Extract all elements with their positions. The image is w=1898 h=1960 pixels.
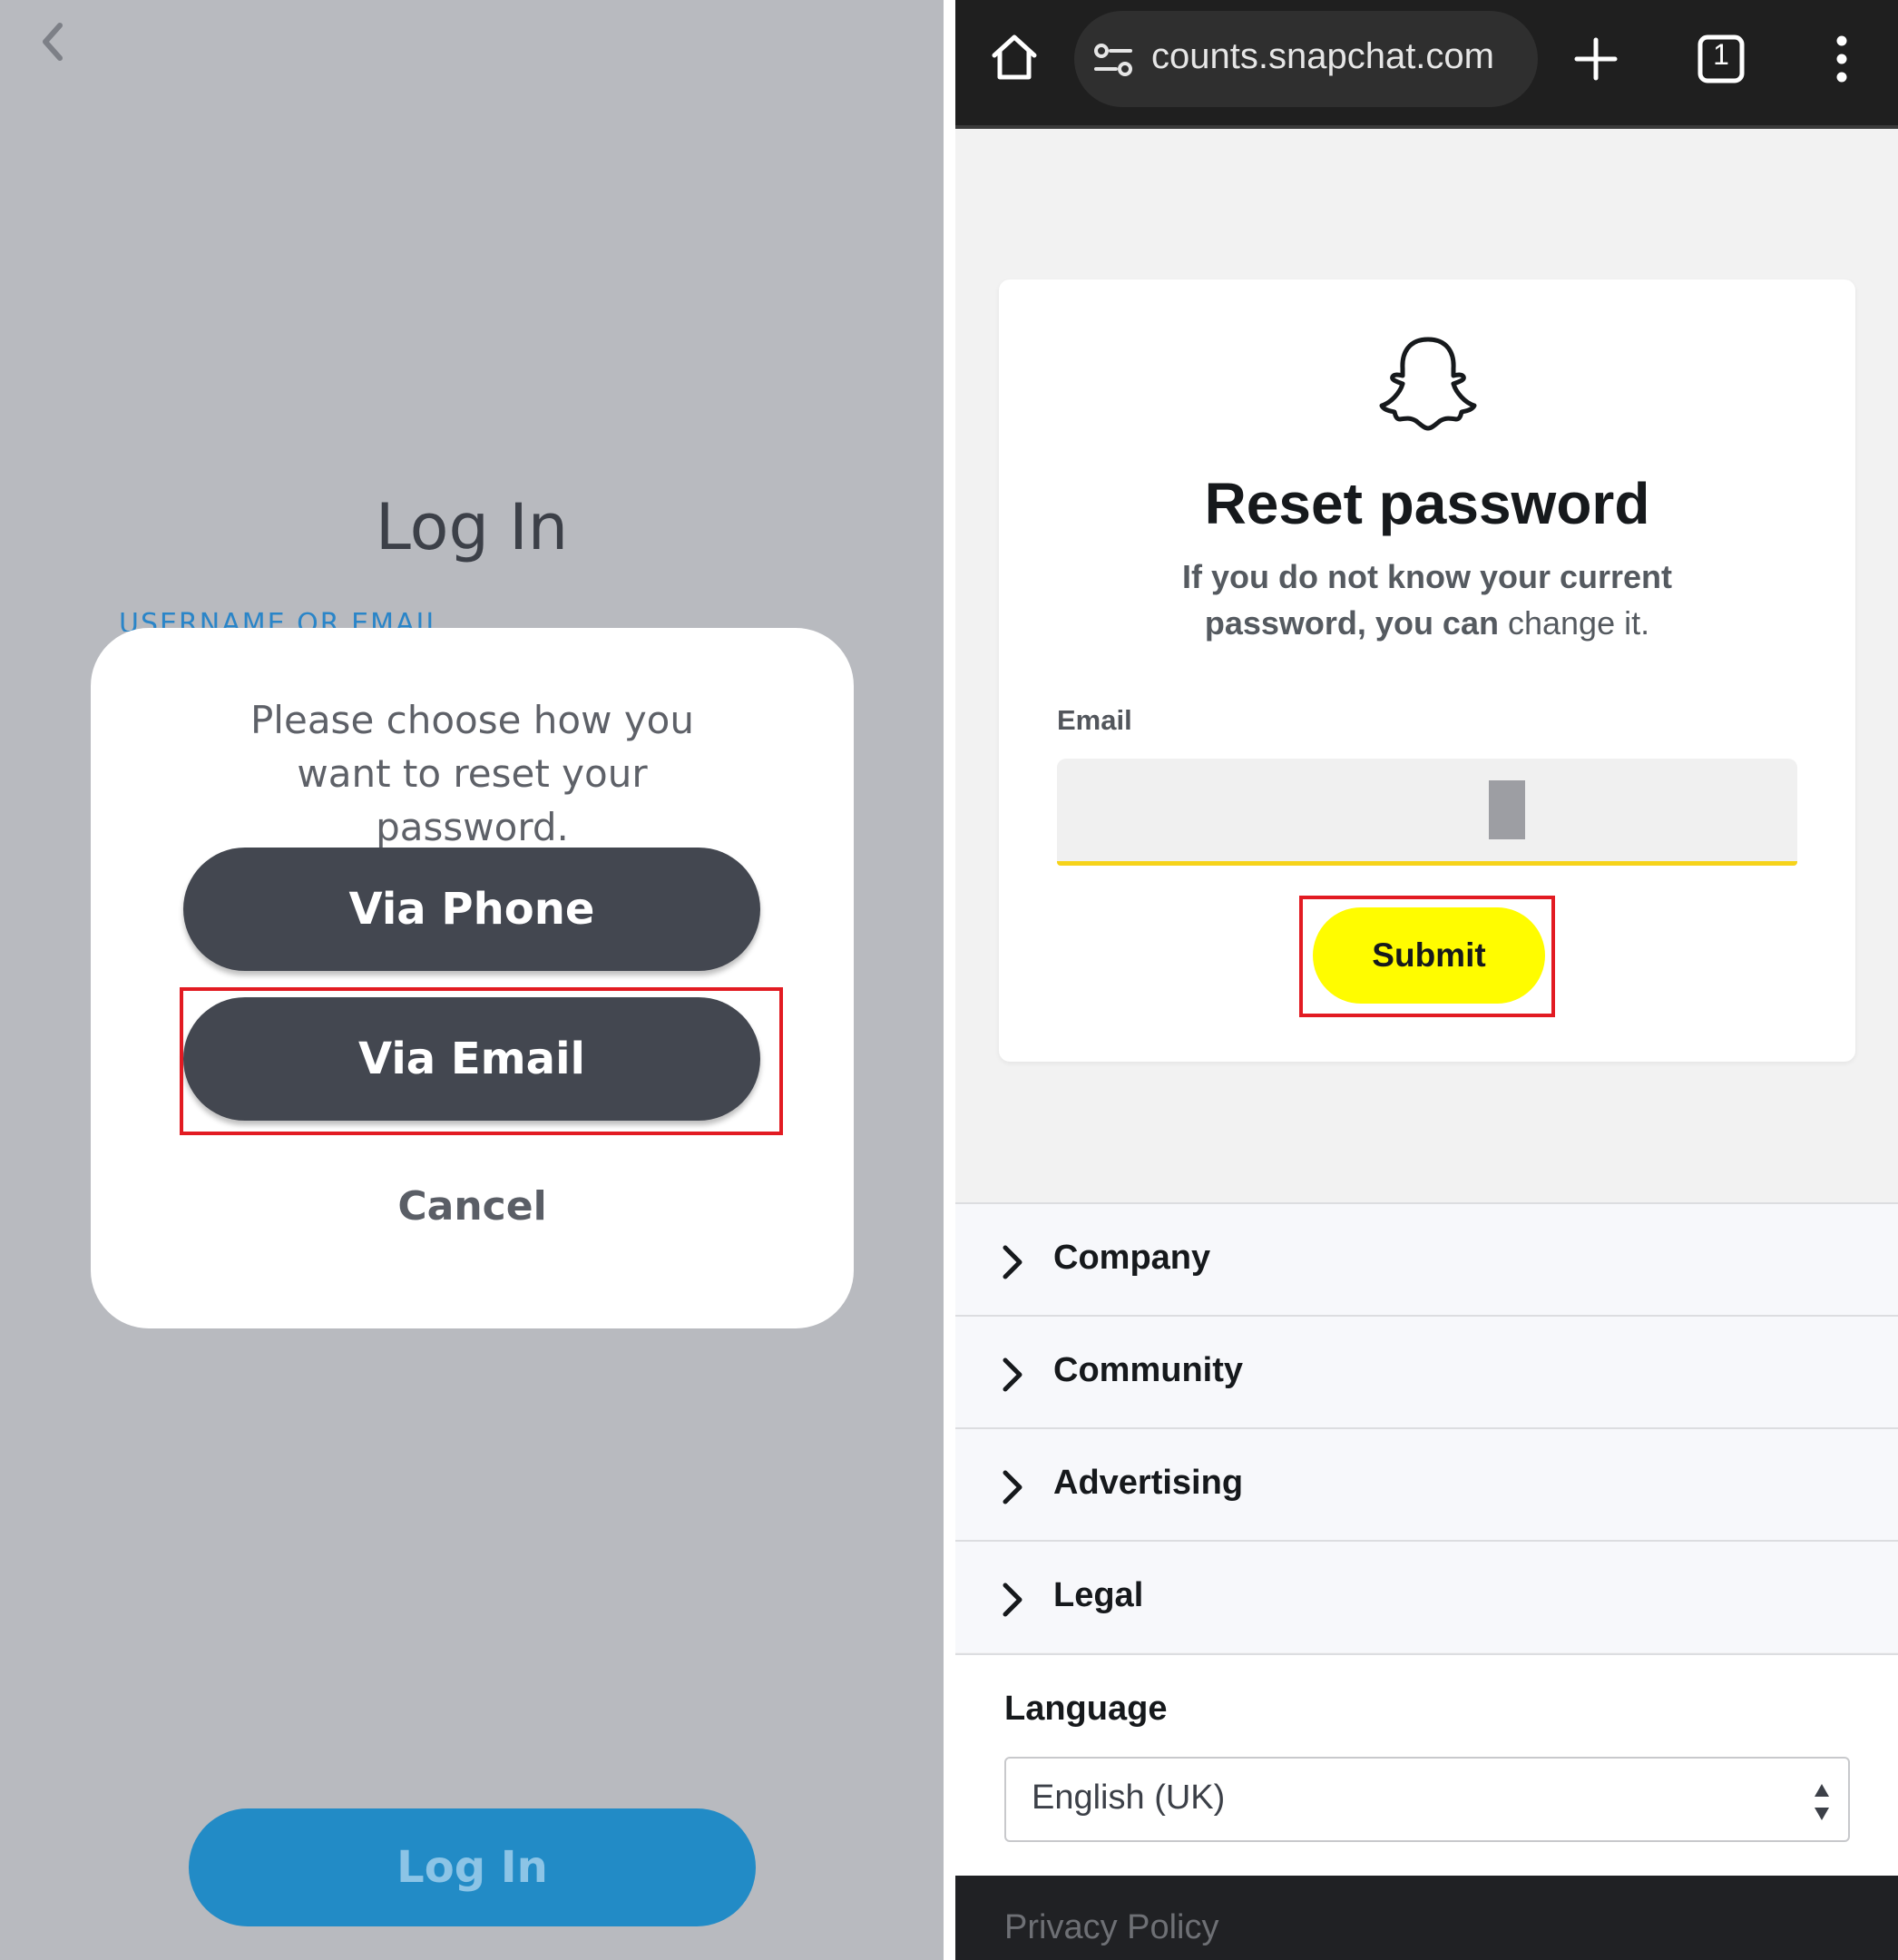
chevron-right-icon bbox=[1003, 1245, 1022, 1279]
home-icon[interactable] bbox=[987, 30, 1042, 84]
ghost-logo-icon bbox=[1379, 337, 1477, 431]
page-title: Log In bbox=[375, 490, 569, 564]
footer-bottom: Privacy Policy bbox=[955, 1876, 1898, 1960]
footer-nav: Company Community Advertising Legal bbox=[955, 1202, 1898, 1652]
via-phone-button[interactable]: Via Phone bbox=[183, 848, 760, 971]
url-text: counts.snapchat.com bbox=[1151, 36, 1494, 76]
menu-icon[interactable] bbox=[1831, 34, 1853, 83]
panel-divider bbox=[944, 0, 955, 1960]
change-password-link[interactable]: change it. bbox=[1508, 604, 1649, 642]
language-value: English (UK) bbox=[1032, 1779, 1226, 1817]
dialog-message: Please choose how you want to reset your… bbox=[249, 698, 694, 849]
language-label: Language bbox=[1004, 1690, 1168, 1728]
site-settings-icon[interactable] bbox=[1092, 40, 1134, 82]
back-icon[interactable] bbox=[36, 20, 67, 64]
toolbar-divider bbox=[955, 125, 1898, 129]
tab-count: 1 bbox=[1713, 38, 1729, 71]
reset-password-card: Reset password If you do not know your c… bbox=[999, 279, 1855, 1062]
address-bar[interactable]: counts.snapchat.com bbox=[1074, 11, 1538, 107]
email-input[interactable] bbox=[1057, 759, 1797, 866]
footer-item-label: Community bbox=[1053, 1351, 1243, 1389]
reset-title: Reset password bbox=[1204, 471, 1650, 536]
left-panel: Log In USERNAME OR EMAIL Please choose h… bbox=[0, 0, 944, 1960]
chevron-right-icon bbox=[1003, 1357, 1022, 1392]
chevron-right-icon bbox=[1003, 1583, 1022, 1617]
reset-subtitle: If you do not know your current password… bbox=[1144, 554, 1710, 646]
language-select[interactable]: English (UK) bbox=[1004, 1757, 1850, 1842]
footer-item-community[interactable]: Community bbox=[955, 1315, 1898, 1427]
chevron-right-icon bbox=[1003, 1470, 1022, 1504]
language-section: Language English (UK) bbox=[955, 1653, 1898, 1876]
browser-toolbar: counts.snapchat.com 1 bbox=[955, 0, 1898, 129]
footer-item-label: Legal bbox=[1053, 1576, 1144, 1614]
text-cursor bbox=[1489, 780, 1525, 839]
plus-icon[interactable] bbox=[1573, 36, 1619, 82]
email-label: Email bbox=[1057, 704, 1132, 736]
footer-item-legal[interactable]: Legal bbox=[955, 1540, 1898, 1652]
login-button[interactable]: Log In bbox=[189, 1808, 756, 1926]
highlight-box bbox=[180, 987, 783, 1135]
privacy-policy-link[interactable]: Privacy Policy bbox=[1004, 1908, 1219, 1947]
select-arrows-icon bbox=[1815, 1784, 1829, 1820]
cancel-button[interactable]: Cancel bbox=[91, 1183, 854, 1230]
footer-item-label: Company bbox=[1053, 1239, 1211, 1277]
footer-item-advertising[interactable]: Advertising bbox=[955, 1427, 1898, 1540]
footer-item-company[interactable]: Company bbox=[955, 1202, 1898, 1315]
right-panel: counts.snapchat.com 1 Reset password If … bbox=[955, 0, 1898, 1960]
footer-item-label: Advertising bbox=[1053, 1464, 1244, 1502]
highlight-box bbox=[1299, 896, 1555, 1017]
reset-method-dialog: Please choose how you want to reset your… bbox=[91, 628, 854, 1328]
